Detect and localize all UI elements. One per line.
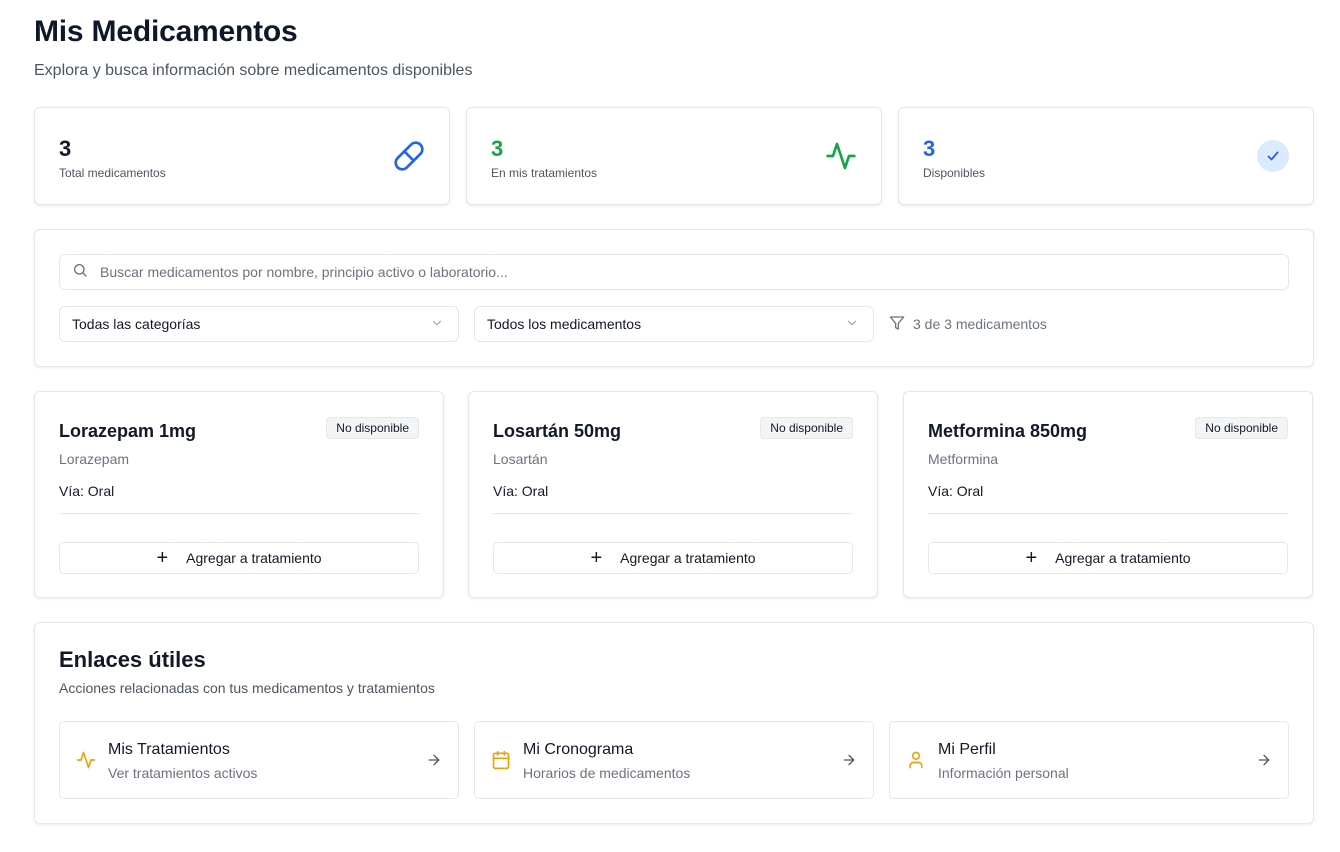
plus-icon: + bbox=[1025, 547, 1038, 569]
stat-label: En mis tratamientos bbox=[491, 166, 598, 180]
link-my-schedule[interactable]: Mi Cronograma Horarios de medicamentos bbox=[474, 721, 874, 799]
link-description: Horarios de medicamentos bbox=[523, 765, 691, 781]
medication-generic: Metformina bbox=[928, 451, 999, 467]
medication-select[interactable]: Todos los medicamentos bbox=[474, 306, 874, 342]
search-input[interactable] bbox=[100, 264, 1250, 280]
stat-card-treatments: 3 En mis tratamientos bbox=[466, 107, 882, 205]
stat-label: Total medicamentos bbox=[59, 166, 166, 180]
filter-icon bbox=[889, 315, 905, 334]
link-title: Mi Perfil bbox=[938, 741, 996, 758]
arrow-right-icon bbox=[426, 752, 442, 768]
calendar-icon bbox=[491, 750, 511, 770]
medication-route: Vía: Oral bbox=[928, 483, 984, 499]
stat-label: Disponibles bbox=[923, 166, 986, 180]
add-to-treatment-button[interactable]: + Agregar a tratamiento bbox=[928, 542, 1288, 574]
arrow-right-icon bbox=[841, 752, 857, 768]
page-title: Mis Medicamentos bbox=[34, 15, 298, 48]
add-to-treatment-label: Agregar a tratamiento bbox=[1055, 550, 1191, 566]
medication-card: Lorazepam 1mg No disponible Lorazepam Ví… bbox=[34, 391, 444, 598]
stat-value: 3 bbox=[923, 136, 936, 161]
result-count: 3 de 3 medicamentos bbox=[889, 306, 1047, 342]
medication-card: Losartán 50mg No disponible Losartán Vía… bbox=[468, 391, 878, 598]
status-badge: No disponible bbox=[326, 417, 419, 439]
arrow-right-icon bbox=[1256, 752, 1272, 768]
add-to-treatment-button[interactable]: + Agregar a tratamiento bbox=[59, 542, 419, 574]
link-description: Información personal bbox=[938, 765, 1069, 781]
stat-card-total: 3 Total medicamentos bbox=[34, 107, 450, 205]
link-my-treatments[interactable]: Mis Tratamientos Ver tratamientos activo… bbox=[59, 721, 459, 799]
stat-value: 3 bbox=[59, 136, 72, 161]
user-icon bbox=[906, 750, 926, 770]
page-subtitle: Explora y busca información sobre medica… bbox=[34, 62, 473, 79]
link-my-profile[interactable]: Mi Perfil Información personal bbox=[889, 721, 1289, 799]
medication-name: Lorazepam 1mg bbox=[59, 421, 197, 441]
category-select-value: Todas las categorías bbox=[72, 316, 201, 332]
activity-icon bbox=[76, 750, 96, 770]
chevron-down-icon bbox=[845, 316, 859, 333]
plus-icon: + bbox=[156, 547, 169, 569]
medication-route: Vía: Oral bbox=[493, 483, 549, 499]
activity-icon bbox=[825, 140, 857, 172]
links-subtitle: Acciones relacionadas con tus medicament… bbox=[59, 680, 435, 696]
status-badge: No disponible bbox=[760, 417, 853, 439]
status-badge: No disponible bbox=[1195, 417, 1288, 439]
link-title: Mi Cronograma bbox=[523, 741, 634, 758]
medication-card: Metformina 850mg No disponible Metformin… bbox=[903, 391, 1313, 598]
category-select[interactable]: Todas las categorías bbox=[59, 306, 459, 342]
search-box[interactable] bbox=[59, 254, 1289, 290]
plus-icon: + bbox=[590, 547, 603, 569]
medication-name: Metformina 850mg bbox=[928, 421, 1088, 441]
stat-value: 3 bbox=[491, 136, 504, 161]
divider bbox=[928, 513, 1288, 514]
result-count-text: 3 de 3 medicamentos bbox=[913, 316, 1047, 332]
filter-panel: Todas las categorías Todos los medicamen… bbox=[34, 229, 1314, 367]
link-title: Mis Tratamientos bbox=[108, 741, 230, 758]
stat-card-available: 3 Disponibles bbox=[898, 107, 1314, 205]
divider bbox=[493, 513, 853, 514]
medication-generic: Losartán bbox=[493, 451, 548, 467]
divider bbox=[59, 513, 419, 514]
medication-route: Vía: Oral bbox=[59, 483, 115, 499]
add-to-treatment-button[interactable]: + Agregar a tratamiento bbox=[493, 542, 853, 574]
medication-name: Losartán 50mg bbox=[493, 421, 622, 441]
check-circle-icon bbox=[1257, 140, 1289, 172]
useful-links-panel: Enlaces útiles Acciones relacionadas con… bbox=[34, 622, 1314, 824]
search-icon bbox=[72, 262, 88, 283]
medication-generic: Lorazepam bbox=[59, 451, 130, 467]
add-to-treatment-label: Agregar a tratamiento bbox=[186, 550, 322, 566]
pill-icon bbox=[393, 140, 425, 172]
links-title: Enlaces útiles bbox=[59, 647, 206, 672]
add-to-treatment-label: Agregar a tratamiento bbox=[620, 550, 756, 566]
medication-select-value: Todos los medicamentos bbox=[487, 316, 642, 332]
link-description: Ver tratamientos activos bbox=[108, 765, 258, 781]
chevron-down-icon bbox=[430, 316, 444, 333]
